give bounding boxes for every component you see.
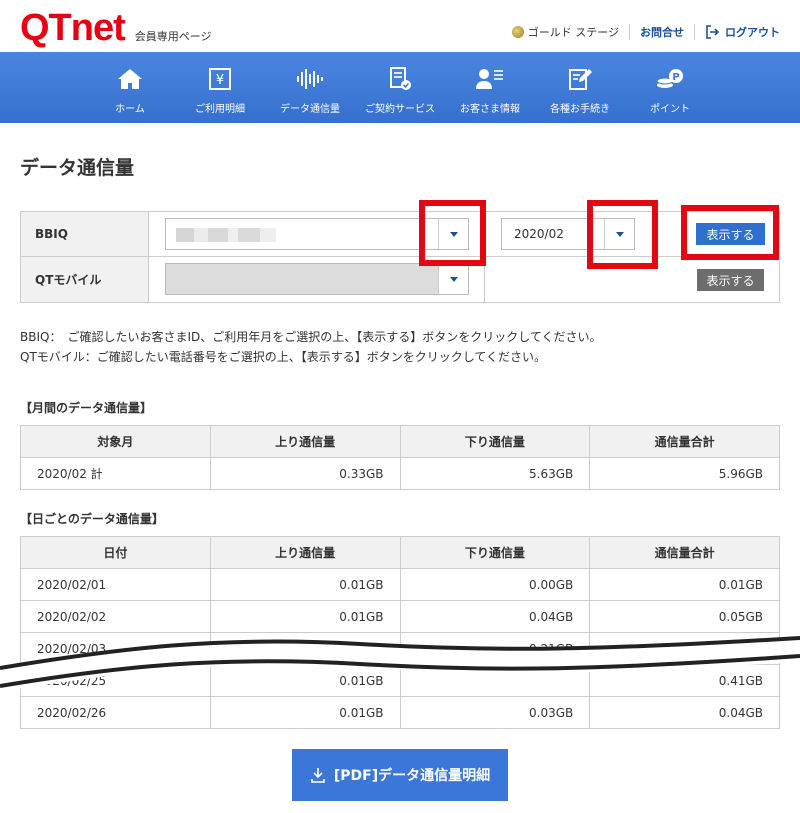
table-cell: 0.00GB — [399, 568, 591, 601]
highlight-box-show-button — [681, 205, 779, 260]
points-icon: P — [655, 66, 685, 92]
selected-month: 2020/02 — [514, 227, 564, 241]
contract-icon — [385, 66, 415, 92]
logo-text: QTnet — [20, 7, 126, 49]
table-row: 2020/02/26 0.01GB 0.03GB 0.04GB — [20, 696, 780, 729]
nav-item-home[interactable]: ホーム — [85, 52, 175, 123]
nav-label: ホーム — [115, 104, 145, 115]
main-nav: ホーム ¥ ご利用明細 データ通信量 ご契約サービス お客さま情報 各種お手続き… — [0, 52, 800, 123]
table-cell: 0.03GB — [399, 696, 591, 729]
nav-label: 各種お手続き — [550, 104, 610, 115]
monthly-usage-table: 対象月 上り通信量 下り通信量 通信量合計 2020/02 計 0.33GB 5… — [20, 425, 780, 490]
user-info-icon — [475, 66, 505, 92]
waveform-icon — [295, 66, 325, 92]
column-header: 上り通信量 — [209, 536, 401, 569]
member-page-label: 会員専用ページ — [134, 30, 212, 43]
nav-item-statement[interactable]: ¥ ご利用明細 — [175, 52, 265, 123]
selection-form: BBIQ 2020/02 表示する QTモバイル 表示する — [20, 211, 780, 303]
nav-item-customer-info[interactable]: お客さま情報 — [445, 52, 535, 123]
mobile-label: QTモバイル — [21, 257, 149, 302]
nav-item-contract[interactable]: ご契約サービス — [355, 52, 445, 123]
phone-number-select[interactable] — [165, 263, 469, 295]
stage-indicator: ゴールド ステージ — [511, 24, 630, 40]
table-cell: 2020/02 計 — [20, 457, 211, 490]
table-cell: 0.01GB — [209, 568, 401, 601]
nav-item-points[interactable]: P ポイント — [625, 52, 715, 123]
table-cell: 2020/02/26 — [20, 696, 211, 729]
home-icon — [115, 66, 145, 92]
nav-label: データ通信量 — [280, 104, 340, 115]
svg-text:P: P — [672, 72, 679, 83]
monthly-section-title: 【月間のデータ通信量】 — [20, 401, 153, 415]
mobile-instruction: QTモバイル：ご確認したい電話番号をご選択の上、【表示する】ボタンをクリックして… — [20, 350, 547, 364]
contact-link[interactable]: お問合せ — [630, 24, 695, 40]
highlight-box-month-dropdown — [587, 200, 658, 269]
nav-label: ご契約サービス — [365, 104, 435, 115]
bbiq-label: BBIQ — [21, 212, 149, 256]
column-header: 通信量合計 — [589, 425, 780, 458]
column-header: 対象月 — [20, 425, 211, 458]
mobile-show-button[interactable]: 表示する — [697, 269, 764, 291]
column-header: 下り通信量 — [399, 536, 591, 569]
statement-icon: ¥ — [205, 66, 235, 92]
table-cell: 0.01GB — [209, 696, 401, 729]
table-cell: 5.63GB — [399, 457, 591, 490]
header-links: ゴールド ステージ お問合せ ログアウト — [511, 24, 780, 40]
bbiq-row: BBIQ 2020/02 表示する — [21, 212, 779, 257]
nav-label: ポイント — [650, 104, 690, 115]
pdf-download-label: [PDF]データ通信量明細 — [333, 768, 491, 784]
table-cell: 5.96GB — [589, 457, 780, 490]
pdf-download-button[interactable]: [PDF]データ通信量明細 — [292, 749, 508, 801]
site-header: QTnet 会員専用ページ ゴールド ステージ お問合せ ログアウト — [0, 0, 800, 52]
stage-label: ゴールド ステージ — [527, 26, 619, 39]
blurred-customer-id — [176, 228, 276, 242]
logout-label: ログアウト — [725, 26, 780, 39]
table-header-row: 対象月 上り通信量 下り通信量 通信量合計 — [20, 425, 780, 458]
page-title: データ通信量 — [20, 157, 135, 179]
logout-icon — [706, 25, 719, 39]
nav-label: お客さま情報 — [460, 104, 520, 115]
highlight-box-id-dropdown — [419, 200, 486, 266]
nav-label: ご利用明細 — [195, 104, 245, 115]
logout-link[interactable]: ログアウト — [695, 24, 780, 40]
qtnet-logo[interactable]: QTnet 会員専用ページ — [20, 7, 212, 49]
table-row: 2020/02/01 0.01GB 0.00GB 0.01GB — [20, 568, 780, 601]
chevron-down-icon[interactable] — [438, 264, 468, 294]
column-header: 下り通信量 — [399, 425, 591, 458]
procedure-icon — [565, 66, 595, 92]
table-cell: 0.33GB — [209, 457, 401, 490]
omission-break-line — [0, 636, 800, 692]
table-row: 2020/02 計 0.33GB 5.63GB 5.96GB — [20, 457, 780, 490]
column-header: 日付 — [20, 536, 211, 569]
bbiq-instruction: BBIQ： ご確認したいお客さまID、ご利用年月をご選択の上、【表示する】ボタン… — [20, 330, 602, 344]
nav-item-data-usage[interactable]: データ通信量 — [265, 52, 355, 123]
gold-stage-icon — [511, 26, 524, 38]
table-cell: 0.04GB — [589, 696, 780, 729]
column-header: 上り通信量 — [209, 425, 401, 458]
svg-text:¥: ¥ — [216, 73, 224, 88]
nav-item-procedures[interactable]: 各種お手続き — [535, 52, 625, 123]
column-header: 通信量合計 — [589, 536, 780, 569]
table-cell: 0.01GB — [589, 568, 780, 601]
download-icon — [311, 768, 325, 783]
mobile-row: QTモバイル 表示する — [21, 257, 779, 302]
daily-section-title: 【日ごとのデータ通信量】 — [20, 512, 164, 526]
table-header-row: 日付 上り通信量 下り通信量 通信量合計 — [20, 536, 780, 569]
table-cell: 2020/02/01 — [20, 568, 211, 601]
